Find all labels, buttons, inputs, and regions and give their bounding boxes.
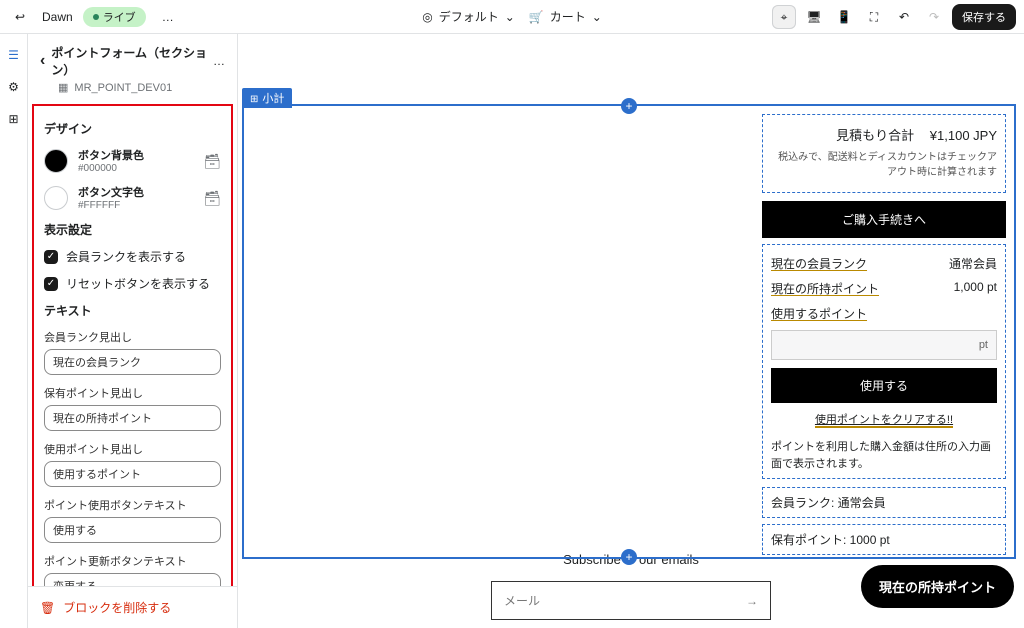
delete-block-button[interactable]: 🗑 ブロックを削除する	[28, 586, 237, 628]
exit-icon[interactable]: ↩	[8, 5, 32, 29]
top-bar: ↩ Dawn ライブ … ◎ デフォルト ⌄ 🛒 カート ⌄ ⌖ 🖥 📱 ⛶ ↶…	[0, 0, 1024, 34]
estimate-note: 税込みで、配送料とディスカウントはチェックアアウト時に計算されます	[771, 150, 997, 180]
subscribe-title: Subscribe to our emails	[491, 552, 771, 567]
apps-icon[interactable]: ⊞	[3, 108, 25, 130]
points-form: 現在の会員ランク 通常会員 現在の所持ポイント 1,000 pt 使用するポイン…	[762, 244, 1006, 479]
panel-sub-id: MR_POINT_DEV01	[74, 82, 172, 94]
color-hex: #000000	[78, 163, 144, 174]
chevron-down-icon: ⌄	[592, 11, 602, 23]
color-hex: #FFFFFF	[78, 200, 144, 211]
use-button-text-input[interactable]	[44, 517, 221, 543]
checkbox-icon[interactable]: ✓	[44, 277, 58, 291]
update-button-text-input[interactable]	[44, 573, 221, 586]
data-source-icon[interactable]: 🗃	[203, 191, 221, 205]
estimate-box: 見積もり合計 ¥1,100 JPY 税込みで、配送料とディスカウントはチェックア…	[762, 114, 1006, 193]
checkbox-label: リセットボタンを表示する	[66, 275, 210, 292]
use-points-button[interactable]: 使用する	[771, 368, 997, 403]
info-rank: 会員ランク: 通常会員	[762, 487, 1006, 518]
color-setting-bg[interactable]: ボタン背景色 #000000 🗃	[44, 147, 221, 174]
text-heading: テキスト	[44, 302, 221, 319]
points-label: 現在の所持ポイント	[771, 280, 879, 297]
cart-icon: 🛒	[529, 11, 544, 23]
left-rail: ☰ ⚙ ⊞	[0, 34, 28, 628]
color-setting-fg[interactable]: ボタン文字色 #FFFFFF 🗃	[44, 184, 221, 211]
points-value: 1,000 pt	[954, 280, 997, 297]
clear-points-link[interactable]: 使用ポイントをクリアする!!	[771, 403, 997, 435]
points-input[interactable]: pt	[771, 330, 997, 360]
cart-summary-column: 見積もり合計 ¥1,100 JPY 税込みで、配送料とディスカウントはチェックア…	[762, 114, 1006, 561]
field-label: 保有ポイント見出し	[44, 385, 221, 401]
redo-icon[interactable]: ↷	[922, 5, 946, 29]
rank-label: 現在の会員ランク	[771, 255, 867, 272]
color-name: ボタン文字色	[78, 184, 144, 200]
highlighted-settings: デザイン ボタン背景色 #000000 🗃 ボタン文字色 #FFFFFF 🗃 表…	[32, 104, 233, 586]
trash-icon: 🗑	[40, 602, 55, 614]
panel-more-icon[interactable]: …	[213, 54, 225, 68]
field-label: ポイント更新ボタンテキスト	[44, 553, 221, 569]
estimate-price: ¥1,100 JPY	[930, 128, 997, 143]
chevron-down-icon: ⌄	[505, 11, 515, 23]
template-dropdown[interactable]: ◎ デフォルト ⌄	[422, 8, 515, 25]
checkbox-show-reset[interactable]: ✓ リセットボタンを表示する	[44, 275, 221, 292]
field-label: 使用ポイント見出し	[44, 441, 221, 457]
fullscreen-icon[interactable]: ⛶	[862, 5, 886, 29]
field-label: ポイント使用ボタンテキスト	[44, 497, 221, 513]
selection-breadcrumb[interactable]: 小計	[242, 88, 292, 108]
data-source-icon[interactable]: 🗃	[203, 154, 221, 168]
more-icon[interactable]: …	[156, 5, 180, 29]
subscribe-section: Subscribe to our emails メール →	[491, 552, 771, 620]
undo-icon[interactable]: ↶	[892, 5, 916, 29]
settings-icon[interactable]: ⚙	[3, 76, 25, 98]
points-note: ポイントを利用した購入金額は住所の入力画面で表示されます。	[771, 435, 997, 472]
block-type-icon: ▦	[58, 83, 68, 94]
color-name: ボタン背景色	[78, 147, 144, 163]
floating-label-pill[interactable]: 現在の所持ポイント	[861, 565, 1014, 608]
mobile-icon[interactable]: 📱	[832, 5, 856, 29]
color-swatch[interactable]	[44, 186, 68, 210]
checkbox-label: 会員ランクを表示する	[66, 248, 186, 265]
estimate-label: 見積もり合計	[836, 128, 914, 143]
points-heading-input[interactable]	[44, 405, 221, 431]
save-button[interactable]: 保存する	[952, 4, 1016, 30]
desktop-icon[interactable]: 🖥	[802, 5, 826, 29]
preview-canvas: 小計 + + 見積もり合計 ¥1,100 JPY 税込みで、配送料とディスカウン…	[238, 34, 1024, 628]
display-heading: 表示設定	[44, 221, 221, 238]
design-heading: デザイン	[44, 120, 221, 137]
email-field[interactable]: メール →	[491, 581, 771, 620]
field-label: 会員ランク見出し	[44, 329, 221, 345]
use-points-heading-input[interactable]	[44, 461, 221, 487]
add-section-before-icon[interactable]: +	[621, 98, 637, 114]
rank-heading-input[interactable]	[44, 349, 221, 375]
checkbox-show-rank[interactable]: ✓ 会員ランクを表示する	[44, 248, 221, 265]
arrow-right-icon[interactable]: →	[746, 595, 758, 607]
theme-name[interactable]: Dawn	[42, 10, 73, 24]
inspector-icon[interactable]: ⌖	[772, 5, 796, 29]
settings-panel: ‹ ポイントフォーム（セクション） … ▦ MR_POINT_DEV01 デザイ…	[28, 34, 238, 628]
globe-icon: ◎	[422, 11, 432, 23]
info-points: 保有ポイント: 1000 pt	[762, 524, 1006, 555]
use-points-label: 使用するポイント	[771, 305, 867, 322]
panel-title: ポイントフォーム（セクション）	[51, 44, 207, 78]
live-badge: ライブ	[83, 7, 146, 27]
color-swatch[interactable]	[44, 149, 68, 173]
back-icon[interactable]: ‹	[40, 52, 45, 70]
checkbox-icon[interactable]: ✓	[44, 250, 58, 264]
cart-dropdown[interactable]: 🛒 カート ⌄	[529, 8, 602, 25]
checkout-button[interactable]: ご購入手続きへ	[762, 201, 1006, 238]
rank-value: 通常会員	[949, 255, 997, 272]
sections-icon[interactable]: ☰	[3, 44, 25, 66]
